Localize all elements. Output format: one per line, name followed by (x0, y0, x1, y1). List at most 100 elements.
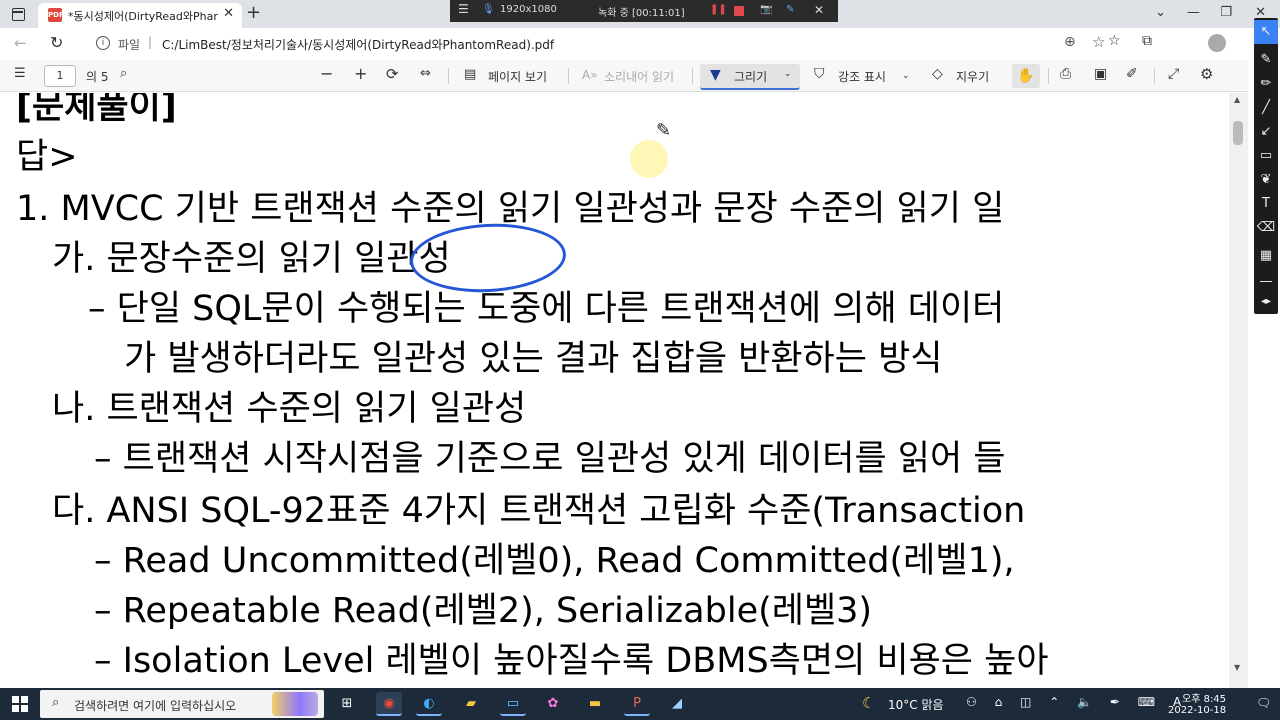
search-icon: ⌕ (52, 695, 60, 710)
stop-icon[interactable] (734, 6, 744, 16)
maximize-button[interactable]: ❐ (1220, 5, 1232, 20)
cursor-icon[interactable]: ↖ (1254, 20, 1278, 44)
zoom-in-icon[interactable]: + (354, 64, 367, 83)
windows-start-icon[interactable] (12, 696, 28, 712)
cursor-highlight (630, 140, 668, 178)
back-arrow-icon[interactable]: ← (14, 34, 27, 52)
fit-page-icon[interactable]: ⇔ (420, 66, 431, 81)
scrollbar[interactable]: ▲ ▼ (1229, 93, 1248, 688)
keyboard-icon[interactable]: ⌨ (1138, 695, 1155, 709)
notification-icon[interactable]: 🗨 (1256, 696, 1271, 710)
scroll-up-icon[interactable]: ▲ (1234, 95, 1240, 104)
address-url[interactable]: C:/LimBest/정보처리기술사/동시성제어(DirtyRead와Phant… (162, 36, 554, 53)
close-icon[interactable]: ✕ (814, 3, 824, 17)
highlight-button[interactable]: 강조 표시 (838, 68, 886, 85)
pattern-icon[interactable]: ▦ (1254, 248, 1278, 263)
taskbar-search[interactable]: ⌕ 검색하려면 여기에 입력하십시오 (40, 690, 324, 718)
rotate-icon[interactable]: ⟳ (386, 65, 399, 83)
read-aloud-icon: A» (582, 68, 598, 82)
divider (568, 68, 569, 84)
chevron-down-icon[interactable]: ⌄ (784, 69, 792, 79)
fullscreen-icon[interactable]: ⤢ (1168, 66, 1179, 82)
pdf-page: [문제풀이] 답> 1. MVCC 기반 트랜잭션 수준의 읽기 일관성과 문장… (0, 93, 1229, 688)
minus-icon[interactable]: — (1254, 274, 1278, 289)
powerpoint-icon[interactable]: P (624, 692, 650, 716)
chevron-up-icon[interactable]: ⌃ (1049, 695, 1059, 709)
line-icon[interactable]: ╱ (1254, 100, 1278, 115)
scroll-thumb[interactable] (1233, 121, 1243, 145)
arrow-icon[interactable]: ↙ (1254, 124, 1278, 139)
table-of-contents-icon[interactable]: ☰ (14, 66, 26, 81)
camera-icon[interactable]: 📷 (760, 4, 772, 15)
microphone-icon[interactable]: 🎙 (482, 4, 495, 15)
pen-icon[interactable]: ✎ (786, 4, 794, 15)
task-view-icon[interactable]: ⊞ (334, 692, 360, 716)
rectangle-icon[interactable]: ▭ (1254, 148, 1278, 163)
eraser-icon[interactable]: ◇ (932, 66, 943, 82)
refresh-icon[interactable]: ↻ (50, 33, 63, 52)
remote-desktop-icon[interactable]: ▭ (500, 692, 526, 716)
tray-app-icon[interactable]: ◫ (1020, 695, 1031, 709)
page-view-button[interactable]: 페이지 보기 (488, 68, 547, 85)
address-bar-row: ← ↻ i 파일 | C:/LimBest/정보처리기술사/동시성제어(Dirt… (0, 28, 1248, 60)
divider (1048, 68, 1049, 84)
address-field[interactable]: i 파일 | C:/LimBest/정보처리기술사/동시성제어(DirtyRea… (88, 31, 1158, 57)
divider (448, 68, 449, 84)
print-icon[interactable]: ⎙ (1060, 66, 1071, 82)
recorder-resolution: 1920x1080 (500, 4, 557, 15)
doc-line: 가. 문장수준의 읽기 일관성 (52, 239, 451, 279)
zoom-icon[interactable]: ⊕ (1064, 34, 1076, 50)
sticky-notes-icon[interactable]: ▰ (458, 692, 484, 716)
favorites-icon[interactable]: ☆ (1108, 33, 1121, 49)
doc-line: – Isolation Level 레벨이 높아질수록 DBMS측면의 비용은 … (94, 641, 1049, 681)
search-icon[interactable]: ⌕ (120, 66, 127, 81)
weather-text[interactable]: 10°C 맑음 (888, 696, 944, 713)
window-menu-icon[interactable] (10, 6, 26, 22)
draw-button[interactable]: ▼ 그리기 ⌄ (700, 64, 800, 90)
tab-active-pdf[interactable]: PDF *동시성제어(DirtyRead와PhantomRead).pdf ✕ (38, 3, 242, 28)
doc-line: – Read Uncommitted(레벨0), Read Committed(… (94, 541, 1015, 581)
address-separator: | (148, 35, 153, 49)
app-icon[interactable]: ◢ (664, 692, 690, 716)
weather-moon-icon: ☾ (862, 694, 876, 712)
collections-icon[interactable]: ⧉ (1142, 33, 1152, 49)
file-explorer-icon[interactable]: ▬ (582, 692, 608, 716)
network-icon[interactable]: ⌂ (995, 695, 1003, 709)
shapes-icon[interactable]: ❦ (1254, 172, 1278, 187)
speaker-icon[interactable]: 🔈 (1077, 695, 1092, 709)
menu-icon[interactable]: ☰ (458, 2, 469, 16)
edge-icon[interactable]: ◐ (416, 692, 442, 716)
chrome-icon[interactable]: ◉ (376, 692, 402, 716)
pen-workspace-icon[interactable]: ✒ (1110, 695, 1120, 709)
page-number-input[interactable]: 1 (44, 65, 76, 87)
marker-icon[interactable]: ✏ (1254, 76, 1278, 91)
close-icon[interactable]: ✕ (223, 6, 234, 21)
save-as-icon[interactable]: ✐ (1126, 66, 1138, 82)
page-view-icon[interactable]: ▤ (464, 67, 476, 82)
highlight-icon[interactable]: ⛉ (814, 66, 825, 82)
page-total: 의 5 (86, 70, 109, 84)
new-tab-button[interactable]: + (246, 2, 261, 23)
paint-icon[interactable]: ✿ (540, 692, 566, 716)
add-favorite-icon[interactable]: ☆ (1092, 33, 1105, 51)
zoom-out-icon[interactable]: − (320, 64, 333, 83)
pause-icon[interactable]: ❚❚ (710, 4, 727, 15)
clock-time[interactable]: 오후 8:45 (1182, 690, 1226, 705)
settings-gear-icon[interactable]: ⚙ (1200, 65, 1213, 83)
people-icon[interactable]: ⚇ (966, 695, 977, 709)
eraser-icon[interactable]: ⌫ (1254, 220, 1278, 235)
text-icon[interactable]: T (1254, 196, 1278, 211)
touch-write-icon[interactable]: ✋ (1012, 64, 1040, 88)
annotation-toolbar: ↖ ✎ ✏ ╱ ↙ ▭ ❦ T ⌫ ▦ — ◂▸ (1254, 18, 1278, 314)
collapse-icon[interactable]: ⌄ (1155, 5, 1166, 20)
erase-button[interactable]: 지우기 (956, 68, 989, 85)
clock-date[interactable]: 2022-10-18 (1168, 705, 1226, 716)
info-icon[interactable]: i (96, 36, 110, 50)
expand-icon[interactable]: ◂▸ (1254, 296, 1278, 307)
avatar[interactable] (1208, 34, 1226, 52)
chevron-down-icon[interactable]: ⌄ (902, 71, 910, 81)
minimize-button[interactable]: — (1187, 5, 1200, 20)
save-icon[interactable]: ▣ (1094, 66, 1107, 82)
pen-icon[interactable]: ✎ (1254, 52, 1278, 67)
scroll-down-icon[interactable]: ▼ (1234, 663, 1240, 672)
